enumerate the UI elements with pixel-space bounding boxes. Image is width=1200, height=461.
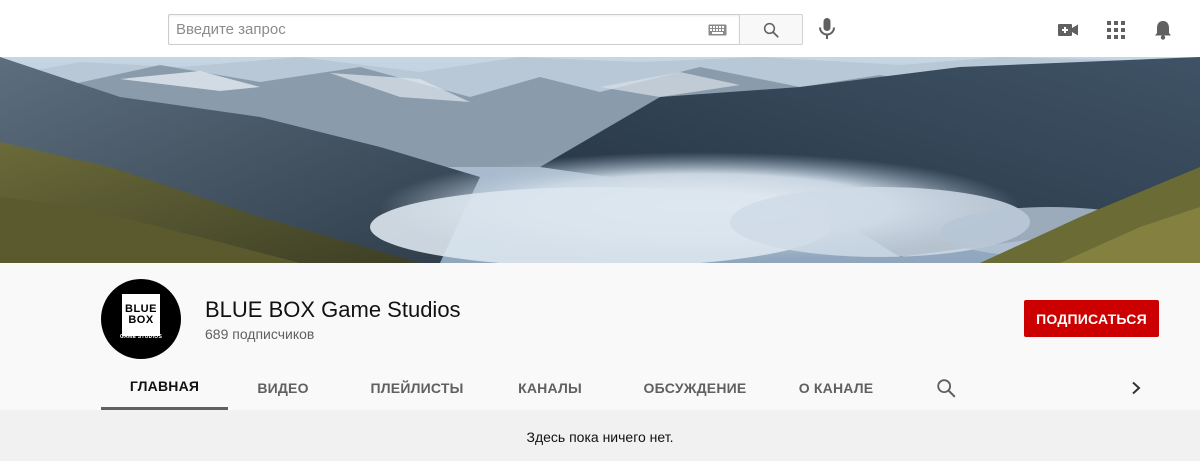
channel-search-icon[interactable] xyxy=(935,377,957,399)
chevron-right-icon xyxy=(1132,381,1141,395)
tabs-next-button[interactable] xyxy=(1126,377,1146,399)
search-form xyxy=(168,14,803,45)
empty-state-message: Здесь пока ничего нет. xyxy=(526,428,674,445)
channel-content: Здесь пока ничего нет. xyxy=(0,410,1200,461)
channel-header: BLUE BOX GAME STUDIOS BLUE BOX Game Stud… xyxy=(0,263,1200,410)
search-icon xyxy=(763,22,779,38)
top-bar xyxy=(0,0,1200,57)
apps-icon xyxy=(1107,21,1125,39)
tab-playlists[interactable]: ПЛЕЙЛИСТЫ xyxy=(353,365,481,410)
channel-name: BLUE BOX Game Studios xyxy=(205,297,461,322)
banner-mountains-image xyxy=(0,57,1200,263)
mic-icon xyxy=(819,18,835,39)
tab-videos[interactable]: ВИДЕО xyxy=(241,365,325,410)
avatar-logo: BLUE BOX xyxy=(122,294,160,336)
search-button[interactable] xyxy=(739,14,803,45)
avatar-logo-line2: BOX xyxy=(128,314,154,326)
avatar-logo-subtitle: GAME STUDIOS xyxy=(119,334,163,340)
tab-about[interactable]: О КАНАЛЕ xyxy=(785,365,887,410)
tab-home[interactable]: ГЛАВНАЯ xyxy=(101,365,228,410)
subscribe-button[interactable]: ПОДПИСАТЬСЯ xyxy=(1024,300,1159,337)
notifications-icon xyxy=(1155,21,1171,40)
channel-avatar[interactable]: BLUE BOX GAME STUDIOS xyxy=(101,279,181,359)
subscriber-count: 689 подписчиков xyxy=(205,326,315,342)
keyboard-icon[interactable] xyxy=(708,24,727,36)
notifications-button[interactable] xyxy=(1151,18,1175,42)
tab-channels[interactable]: КАНАЛЫ xyxy=(505,365,595,410)
create-video-icon xyxy=(1058,24,1078,36)
search-input[interactable] xyxy=(169,15,739,44)
tab-discussion[interactable]: ОБСУЖДЕНИЕ xyxy=(625,365,765,410)
search-box xyxy=(168,14,739,45)
voice-search-button[interactable] xyxy=(814,15,840,43)
channel-banner xyxy=(0,57,1200,263)
create-video-button[interactable] xyxy=(1056,18,1080,42)
apps-button[interactable] xyxy=(1104,18,1128,42)
